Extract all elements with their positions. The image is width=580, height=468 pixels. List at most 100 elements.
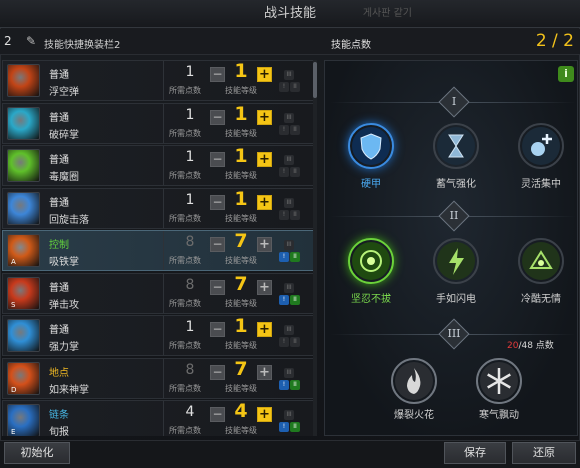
- save-button[interactable]: 保存: [444, 442, 506, 464]
- row-divider: [163, 273, 164, 313]
- skill-row[interactable]: 普通 强力掌 1 所需点数 − 1 + 技能等级 III ! II: [2, 315, 314, 356]
- ruthless-icon: [522, 242, 560, 280]
- skill-type: 链条: [49, 410, 69, 421]
- skill-row[interactable]: 普通 毒魔圈 1 所需点数 − 1 + 技能等级 III ! II: [2, 145, 314, 186]
- tripod-agile-focus[interactable]: [518, 123, 564, 169]
- skill-row[interactable]: E 链条 旬报 4 所需点数 − 4 + 技能等级 III ! II: [2, 400, 314, 436]
- required-points-label: 所需点数: [169, 256, 201, 265]
- tripod-label: 寒气飘动: [479, 410, 519, 421]
- tripod-indicator[interactable]: III ! II: [279, 367, 300, 392]
- decrease-level-button[interactable]: −: [210, 109, 225, 125]
- required-points: 1: [185, 319, 195, 335]
- tripod-lightning-hand[interactable]: [433, 238, 479, 284]
- skill-type: 普通: [49, 70, 69, 81]
- increase-level-button[interactable]: +: [257, 407, 272, 422]
- tripod-indicator[interactable]: III ! II: [279, 240, 300, 264]
- snowflake-icon: [480, 362, 518, 400]
- tripod-indicator[interactable]: III ! II: [279, 155, 300, 179]
- skill-hotkey: D: [11, 385, 17, 394]
- skill-hotkey: E: [11, 428, 16, 436]
- required-points-label: 所需点数: [169, 426, 201, 435]
- increase-level-button[interactable]: +: [257, 364, 272, 380]
- tripod-tier3-dot: III: [284, 240, 294, 250]
- skill-list-scrollbar[interactable]: [313, 60, 317, 436]
- decrease-level-button[interactable]: −: [210, 279, 225, 295]
- skill-type: 地点: [49, 367, 69, 379]
- tripod-indicator[interactable]: III ! II: [279, 197, 300, 222]
- skill-list-scroll-thumb[interactable]: [313, 62, 317, 98]
- required-points: 8: [185, 276, 195, 293]
- tripod-tier3-dot: III: [284, 282, 294, 293]
- skill-row[interactable]: 普通 回旋击落 1 所需点数 − 1 + 技能等级 III ! II: [2, 187, 314, 229]
- decrease-level-button[interactable]: −: [210, 322, 225, 337]
- increase-level-button[interactable]: +: [257, 279, 272, 295]
- increase-level-button[interactable]: +: [257, 67, 272, 82]
- required-points: 1: [185, 64, 195, 80]
- increase-level-button[interactable]: +: [257, 237, 272, 252]
- skill-type: 普通: [49, 112, 69, 124]
- hourglass-icon: [437, 127, 475, 165]
- skill-level-label: 技能等级: [225, 426, 257, 435]
- increase-level-button[interactable]: +: [257, 109, 272, 125]
- required-points: 4: [185, 404, 195, 420]
- restore-button[interactable]: 还原: [512, 442, 576, 464]
- skill-row[interactable]: 普通 浮空弹 1 所需点数 − 1 + 技能等级 III ! II: [2, 60, 314, 101]
- shield-icon: [352, 127, 390, 165]
- decrease-level-button[interactable]: −: [210, 364, 225, 380]
- skill-row[interactable]: D 地点 如来神掌 8 所需点数 − 7 + 技能等级 III ! II: [2, 357, 314, 399]
- row-divider: [163, 231, 164, 270]
- tripod-hard-armor[interactable]: [348, 123, 394, 169]
- skill-row[interactable]: A 控制 吸铁掌 8 所需点数 − 7 + 技能等级 III ! II: [2, 230, 314, 271]
- tripod-tier2-dot: II: [290, 337, 300, 347]
- skill-points-label: 技能点数: [331, 40, 371, 51]
- tripod-indicator[interactable]: III ! II: [279, 70, 300, 94]
- tripod-endurance[interactable]: [348, 238, 394, 284]
- skill-row[interactable]: S 普通 弹击攻 8 所需点数 − 7 + 技能等级 III ! II: [2, 272, 314, 314]
- preset-bar: 2 ✎ 技能快捷换装栏2 技能点数 2 / 2: [0, 29, 580, 55]
- required-points-label: 所需点数: [169, 128, 201, 138]
- tripod-tier1-dot: !: [279, 422, 289, 432]
- tripod-tier3-dot: III: [284, 70, 294, 80]
- tripod-tier3-dot: III: [284, 410, 294, 420]
- decrease-level-button[interactable]: −: [210, 237, 225, 252]
- tripod-charge-boost[interactable]: [433, 123, 479, 169]
- increase-level-button[interactable]: +: [257, 194, 272, 210]
- skill-name: 毒魔圈: [49, 172, 79, 183]
- required-points-label: 所需点数: [169, 213, 201, 223]
- increase-level-button[interactable]: +: [257, 152, 272, 167]
- skill-level: 1: [234, 60, 248, 82]
- row-divider: [163, 103, 164, 143]
- row-divider: [163, 61, 164, 100]
- decrease-level-button[interactable]: −: [210, 407, 225, 422]
- skill-level-label: 技能等级: [225, 128, 257, 138]
- tripod-indicator[interactable]: III ! II: [279, 325, 300, 349]
- reset-button[interactable]: 初始化: [4, 442, 70, 464]
- tripod-indicator[interactable]: III ! II: [279, 410, 300, 434]
- decrease-level-button[interactable]: −: [210, 194, 225, 210]
- skill-row[interactable]: 普通 破碎掌 1 所需点数 − 1 + 技能等级 III ! II: [2, 102, 314, 144]
- skill-level-label: 技能等级: [225, 298, 257, 308]
- increase-level-button[interactable]: +: [257, 322, 272, 337]
- row-divider: [163, 188, 164, 228]
- tripod-tier2-dot: II: [290, 294, 300, 305]
- tripod-cold-drift[interactable]: [476, 358, 522, 404]
- preset-label[interactable]: 技能快捷换装栏2: [44, 36, 120, 51]
- skill-level: 7: [234, 272, 248, 295]
- tripod-tier2-dot: II: [290, 252, 300, 262]
- tripod-tier2-dot: II: [290, 422, 300, 432]
- skill-level-label: 技能等级: [225, 213, 257, 223]
- tripod-tier2-dot: II: [290, 124, 300, 135]
- edit-pencil-icon[interactable]: ✎: [26, 35, 38, 47]
- tripod-indicator[interactable]: III ! II: [279, 112, 300, 137]
- tripod-burst-spark[interactable]: [391, 358, 437, 404]
- buddha-palm-skill-icon: D: [7, 361, 40, 395]
- skill-name: 回旋击落: [49, 214, 89, 226]
- power-palm-skill-icon: [7, 319, 40, 352]
- decrease-level-button[interactable]: −: [210, 152, 225, 167]
- decrease-level-button[interactable]: −: [210, 67, 225, 82]
- skill-type: 普通: [49, 282, 69, 294]
- info-icon[interactable]: i: [558, 66, 574, 82]
- tripod-indicator[interactable]: III ! II: [279, 282, 300, 307]
- skill-level-label: 技能等级: [225, 383, 257, 393]
- tripod-ruthless[interactable]: [518, 238, 564, 284]
